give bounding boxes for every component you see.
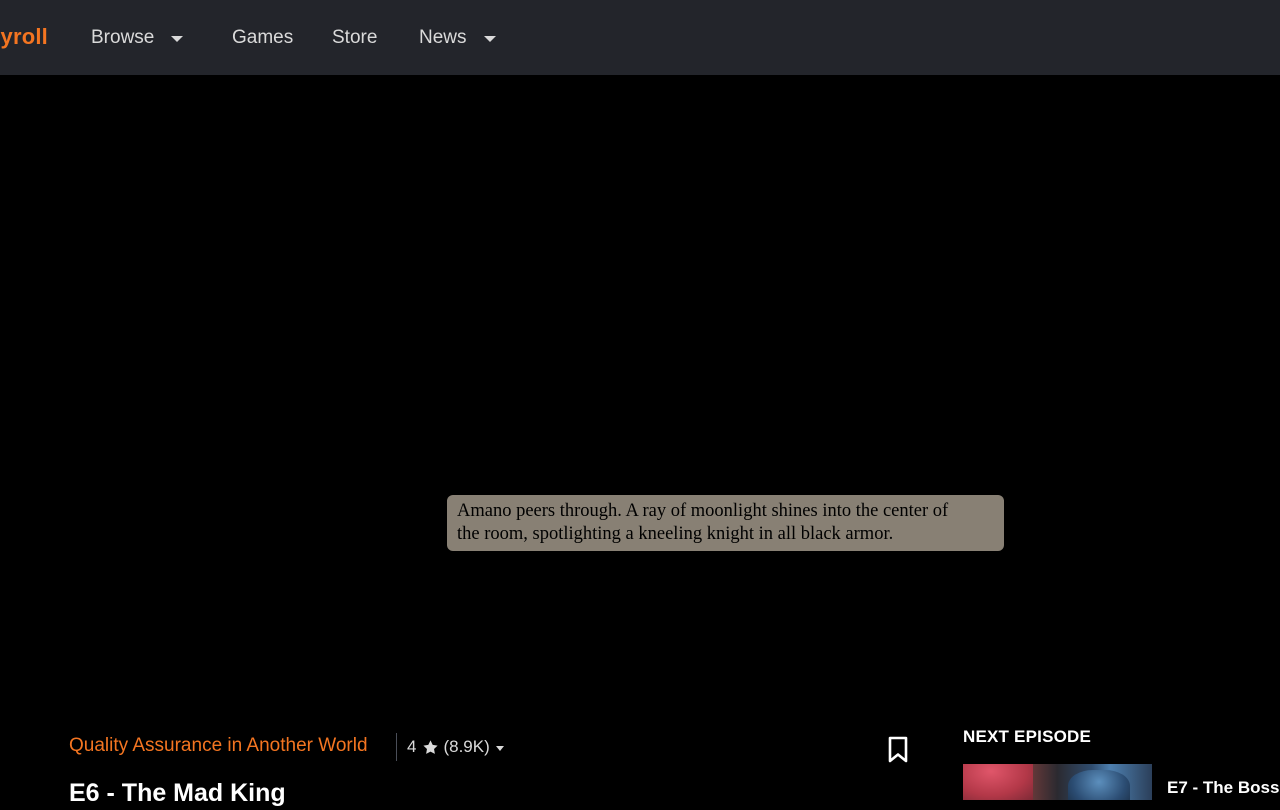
- nav-news-label: News: [419, 26, 467, 48]
- nav-games-label: Games: [232, 26, 294, 48]
- rating-widget[interactable]: 4 (8.9K): [407, 734, 504, 760]
- thumbnail-art: [963, 764, 1033, 800]
- next-episode-heading: NEXT EPISODE: [963, 727, 1092, 746]
- rating-value: 4: [407, 737, 417, 756]
- nav-games[interactable]: Games: [232, 0, 293, 75]
- subtitle-line-2: the room, spotlighting a kneeling knight…: [457, 524, 894, 544]
- chevron-down-icon: [495, 745, 504, 751]
- bookmark-icon[interactable]: [887, 736, 909, 764]
- nav-news[interactable]: News: [419, 0, 496, 75]
- chevron-down-icon: [171, 35, 184, 42]
- episode-title: E6 - The Mad King: [69, 779, 286, 807]
- nav-browse-label: Browse: [91, 26, 155, 48]
- logo-text: crunchyroll: [0, 24, 48, 49]
- next-episode-thumbnail[interactable]: [963, 764, 1152, 800]
- chevron-down-icon: [483, 35, 496, 42]
- series-title-link[interactable]: Quality Assurance in Another World: [69, 733, 368, 759]
- star-icon: [422, 739, 439, 756]
- subtitle-line-1: Amano peers through. A ray of moonlight …: [457, 501, 949, 521]
- crunchyroll-logo[interactable]: crunchyroll: [0, 22, 48, 52]
- video-player[interactable]: [0, 75, 1280, 715]
- nav-store[interactable]: Store: [332, 0, 377, 75]
- next-episode-title[interactable]: E7 - The Boss: [1167, 777, 1279, 799]
- thumbnail-art: [1068, 770, 1130, 800]
- subtitle-caption: Amano peers through. A ray of moonlight …: [447, 495, 1004, 551]
- divider: [396, 733, 397, 761]
- nav-store-label: Store: [332, 26, 378, 48]
- rating-count: (8.9K): [443, 737, 490, 756]
- nav-browse[interactable]: Browse: [91, 0, 184, 75]
- top-navigation-bar: crunchyroll Browse Games Store News: [0, 0, 1280, 75]
